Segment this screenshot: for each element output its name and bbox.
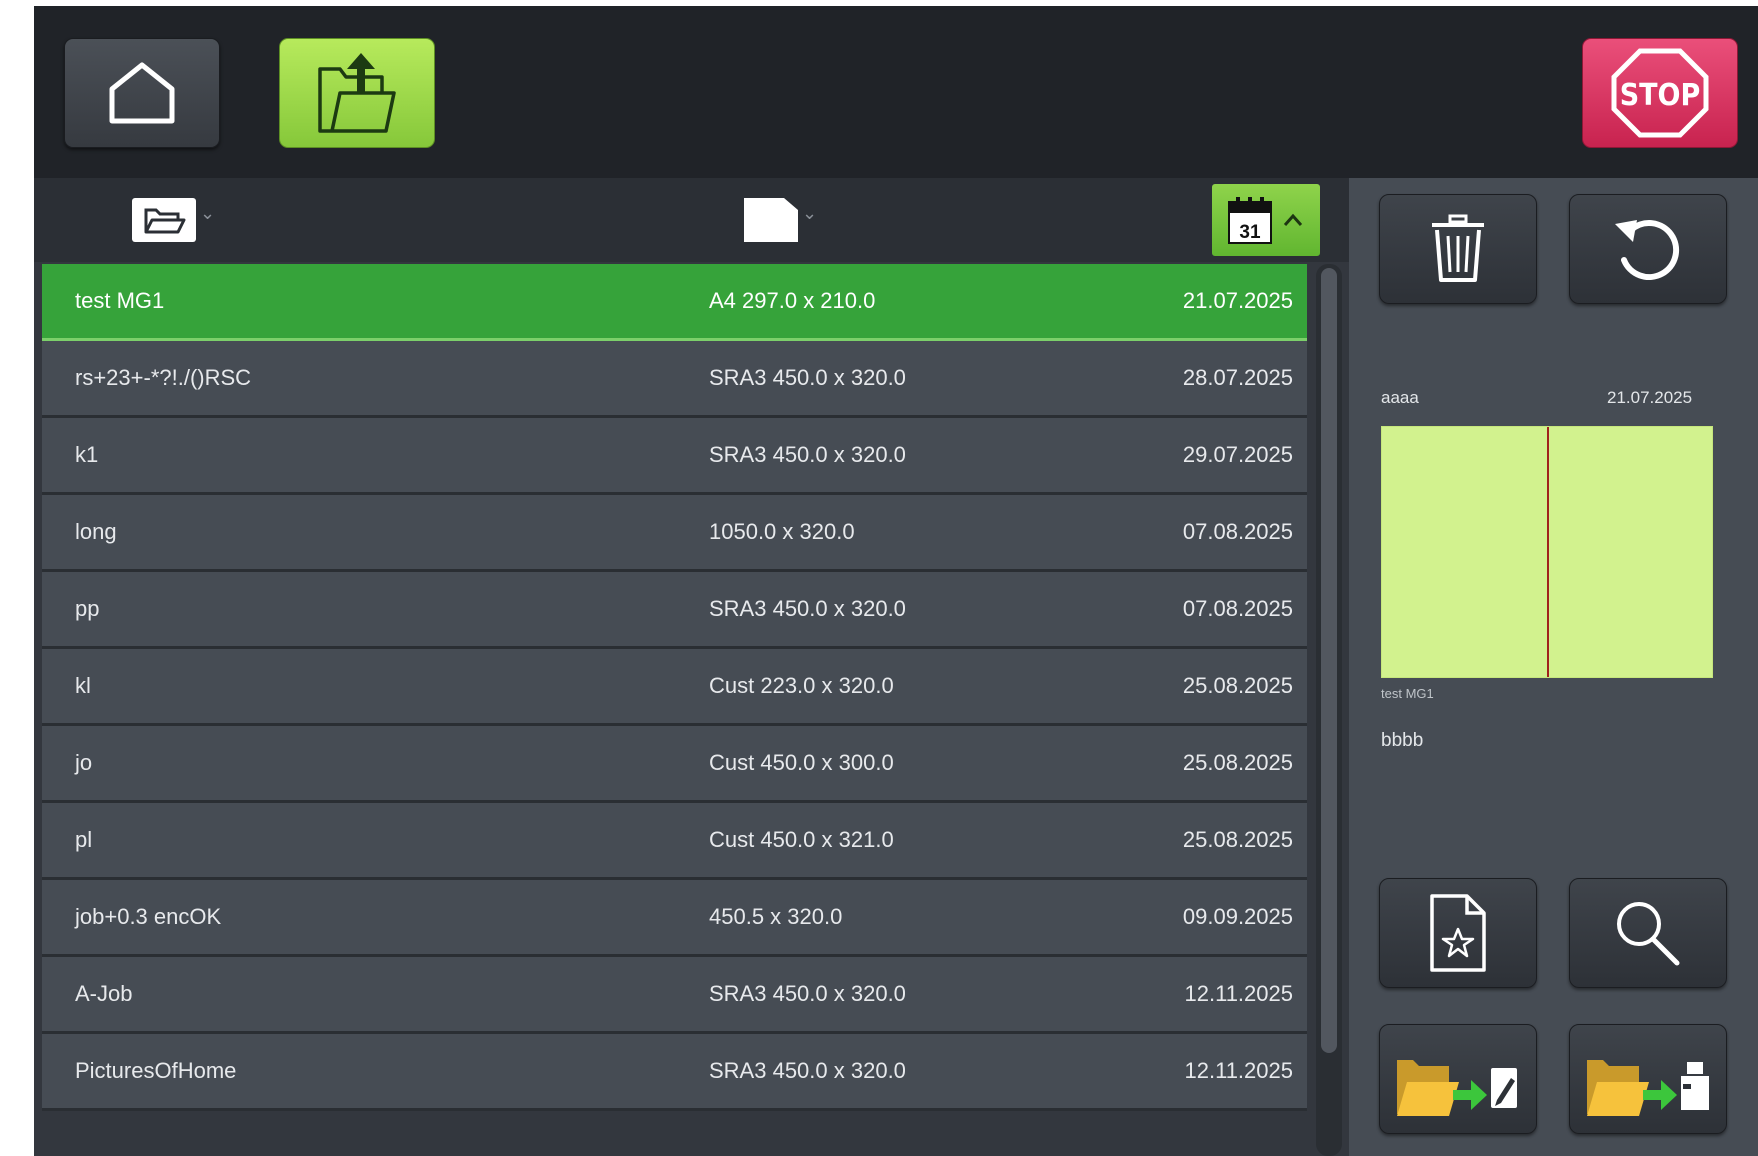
job-row[interactable]: job+0.3 encOK 450.5 x 320.0 09.09.2025 bbox=[42, 880, 1307, 957]
job-date: 25.08.2025 bbox=[1182, 750, 1293, 775]
reset-button[interactable] bbox=[1569, 194, 1727, 304]
delete-button[interactable] bbox=[1379, 194, 1537, 304]
open-job-button[interactable] bbox=[279, 38, 435, 148]
job-date: 21.07.2025 bbox=[1182, 288, 1293, 313]
search-button[interactable] bbox=[1569, 878, 1727, 988]
job-row[interactable]: jo Cust 450.0 x 300.0 25.08.2025 bbox=[42, 726, 1307, 803]
job-date: 25.08.2025 bbox=[1182, 673, 1293, 698]
job-name: jo bbox=[75, 750, 93, 775]
top-toolbar: STOP bbox=[34, 6, 1758, 178]
job-row[interactable]: kl Cust 223.0 x 320.0 25.08.2025 bbox=[42, 649, 1307, 726]
job-name: k1 bbox=[75, 442, 99, 467]
chevron-up-icon bbox=[1283, 213, 1303, 226]
sort-by-name-button[interactable]: ⌄ bbox=[132, 198, 215, 242]
job-name: rs+23+-*?!./()RSC bbox=[75, 365, 252, 390]
job-date: 12.11.2025 bbox=[1184, 981, 1293, 1006]
job-format: SRA3 450.0 x 320.0 bbox=[709, 596, 906, 621]
job-row[interactable]: pp SRA3 450.0 x 320.0 07.08.2025 bbox=[42, 572, 1307, 649]
sort-by-format-button[interactable]: ⌄ bbox=[744, 198, 817, 242]
sort-by-date-button[interactable]: 31 bbox=[1212, 184, 1320, 256]
stop-sign-icon: STOP bbox=[1611, 48, 1709, 138]
export-to-editor-button[interactable] bbox=[1379, 1024, 1537, 1134]
home-icon bbox=[109, 62, 175, 124]
job-date: 25.08.2025 bbox=[1182, 827, 1293, 852]
home-button[interactable] bbox=[64, 38, 220, 148]
job-date: 09.09.2025 bbox=[1182, 904, 1293, 929]
job-preview-sheet bbox=[1381, 426, 1713, 678]
folder-to-printer-icon bbox=[1587, 1060, 1709, 1116]
favorite-job-button[interactable] bbox=[1379, 878, 1537, 988]
job-name: pl bbox=[75, 827, 93, 852]
open-folder-icon bbox=[132, 198, 196, 242]
job-format: Cust 223.0 x 320.0 bbox=[709, 673, 894, 698]
preview-job-date: 21.07.2025 bbox=[1607, 388, 1693, 407]
job-row[interactable]: test MG1 A4 297.0 x 210.0 21.07.2025 bbox=[42, 264, 1307, 341]
job-row[interactable]: k1 SRA3 450.0 x 320.0 29.07.2025 bbox=[42, 418, 1307, 495]
job-name: job+0.3 encOK bbox=[75, 904, 222, 929]
job-row[interactable]: long 1050.0 x 320.0 07.08.2025 bbox=[42, 495, 1307, 572]
job-name: PicturesOfHome bbox=[75, 1058, 237, 1083]
stop-button[interactable]: STOP bbox=[1582, 38, 1738, 148]
job-format: Cust 450.0 x 300.0 bbox=[709, 750, 894, 775]
job-manager-app: STOP ⌄ ⌄ 31 test MG1 A4 297.0 x 210.0 21… bbox=[34, 6, 1758, 1156]
job-format: 1050.0 x 320.0 bbox=[709, 519, 855, 544]
list-header: ⌄ ⌄ 31 bbox=[34, 178, 1349, 262]
job-row[interactable]: A-Job SRA3 450.0 x 320.0 12.11.2025 bbox=[42, 957, 1307, 1034]
job-name: A-Job bbox=[75, 981, 133, 1006]
job-name: test MG1 bbox=[75, 288, 165, 313]
job-format: A4 297.0 x 210.0 bbox=[709, 288, 876, 313]
folder-upload-icon bbox=[318, 53, 396, 133]
job-name: pp bbox=[75, 596, 100, 621]
chevron-down-icon: ⌄ bbox=[802, 202, 818, 223]
preview-note: bbbb bbox=[1381, 730, 1424, 751]
undo-icon bbox=[1615, 220, 1680, 280]
scrollbar-thumb[interactable] bbox=[1321, 268, 1337, 1053]
magnifier-icon bbox=[1617, 902, 1680, 966]
job-format: Cust 450.0 x 321.0 bbox=[709, 827, 894, 852]
job-format: SRA3 450.0 x 320.0 bbox=[709, 1058, 906, 1083]
job-date: 29.07.2025 bbox=[1182, 442, 1293, 467]
job-name: long bbox=[75, 519, 117, 544]
trash-icon bbox=[1432, 214, 1484, 282]
calendar-icon: 31 bbox=[1228, 197, 1272, 244]
preview-job-name: aaaa bbox=[1381, 388, 1419, 407]
stop-label: STOP bbox=[1620, 78, 1701, 113]
preview-caption: test MG1 bbox=[1381, 686, 1434, 701]
job-format: SRA3 450.0 x 320.0 bbox=[709, 442, 906, 467]
chevron-down-icon: ⌄ bbox=[200, 202, 216, 223]
job-row[interactable]: pl Cust 450.0 x 321.0 25.08.2025 bbox=[42, 803, 1307, 880]
job-date: 28.07.2025 bbox=[1182, 365, 1293, 390]
export-to-printer-button[interactable] bbox=[1569, 1024, 1727, 1134]
folder-to-edit-icon bbox=[1397, 1060, 1517, 1116]
preview-cut-line bbox=[1547, 427, 1549, 677]
job-list: test MG1 A4 297.0 x 210.0 21.07.2025 rs+23+… bbox=[42, 264, 1307, 1111]
job-list-panel: ⌄ ⌄ 31 test MG1 A4 297.0 x 210.0 21.07.2… bbox=[34, 178, 1349, 1156]
job-format: SRA3 450.0 x 320.0 bbox=[709, 365, 906, 390]
job-date: 07.08.2025 bbox=[1182, 596, 1293, 621]
job-row[interactable]: rs+23+-*?!./()RSC SRA3 450.0 x 320.0 28.07… bbox=[42, 341, 1307, 418]
job-format: SRA3 450.0 x 320.0 bbox=[709, 981, 906, 1006]
job-date: 12.11.2025 bbox=[1184, 1058, 1293, 1083]
paper-sheet-icon bbox=[744, 198, 798, 242]
calendar-day: 31 bbox=[1239, 222, 1261, 243]
job-format: 450.5 x 320.0 bbox=[709, 904, 843, 929]
job-row[interactable]: PicturesOfHome SRA3 450.0 x 320.0 12.11.20… bbox=[42, 1034, 1307, 1111]
favorite-document-icon bbox=[1430, 894, 1486, 972]
job-name: kl bbox=[75, 673, 91, 698]
job-date: 07.08.2025 bbox=[1182, 519, 1293, 544]
